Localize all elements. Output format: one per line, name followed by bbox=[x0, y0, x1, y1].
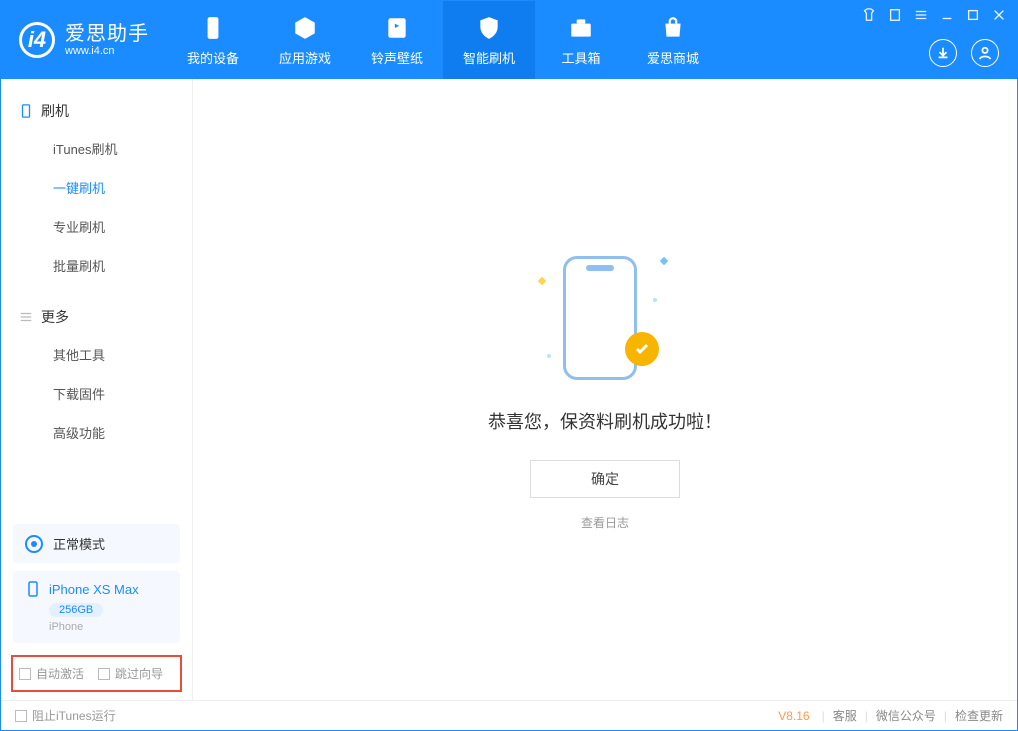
sidebar-item-advanced[interactable]: 高级功能 bbox=[1, 413, 192, 452]
tab-label: 铃声壁纸 bbox=[371, 48, 423, 67]
tab-store[interactable]: 爱思商城 bbox=[627, 1, 719, 79]
sidebar-group-flash: 刷机 bbox=[1, 93, 192, 129]
bag-icon bbox=[659, 14, 687, 42]
checkbox-icon bbox=[19, 668, 31, 680]
note-icon[interactable] bbox=[887, 7, 903, 23]
mode-box[interactable]: 正常模式 bbox=[13, 524, 180, 563]
success-message: 恭喜您，保资料刷机成功啦！ bbox=[488, 408, 722, 434]
shirt-icon[interactable] bbox=[861, 7, 877, 23]
sidebar-item-itunes-flash[interactable]: iTunes刷机 bbox=[1, 129, 192, 168]
user-icon[interactable] bbox=[971, 39, 999, 67]
check-badge-icon bbox=[625, 332, 659, 366]
tab-apps-games[interactable]: 应用游戏 bbox=[259, 1, 351, 79]
shield-icon bbox=[475, 14, 503, 42]
footer-link-support[interactable]: 客服 bbox=[833, 707, 857, 724]
sidebar-item-other-tools[interactable]: 其他工具 bbox=[1, 335, 192, 374]
mode-label: 正常模式 bbox=[53, 534, 105, 553]
highlighted-checkbox-row: 自动激活 跳过向导 bbox=[11, 655, 182, 692]
app-subtitle: www.i4.cn bbox=[65, 45, 149, 57]
device-name: iPhone XS Max bbox=[49, 582, 139, 597]
tab-toolbox[interactable]: 工具箱 bbox=[535, 1, 627, 79]
tab-label: 智能刷机 bbox=[463, 48, 515, 67]
tab-label: 我的设备 bbox=[187, 48, 239, 67]
close-icon[interactable] bbox=[991, 7, 1007, 23]
checkbox-icon bbox=[15, 710, 27, 722]
music-icon bbox=[383, 14, 411, 42]
sidebar: 刷机 iTunes刷机 一键刷机 专业刷机 批量刷机 更多 其他工具 下载固件 … bbox=[1, 79, 193, 700]
header-right-icons bbox=[929, 39, 999, 67]
tab-label: 应用游戏 bbox=[279, 48, 331, 67]
tab-ringtone-wallpaper[interactable]: 铃声壁纸 bbox=[351, 1, 443, 79]
logo-icon: i4 bbox=[19, 22, 55, 58]
sidebar-group-more: 更多 bbox=[1, 299, 192, 335]
device-type: iPhone bbox=[49, 621, 168, 633]
window-controls bbox=[861, 7, 1007, 23]
mode-icon bbox=[25, 535, 43, 553]
sidebar-item-batch-flash[interactable]: 批量刷机 bbox=[1, 246, 192, 285]
sidebar-item-pro-flash[interactable]: 专业刷机 bbox=[1, 207, 192, 246]
tab-label: 工具箱 bbox=[561, 48, 600, 67]
tab-my-device[interactable]: 我的设备 bbox=[167, 1, 259, 79]
device-box[interactable]: iPhone XS Max 256GB iPhone bbox=[13, 571, 180, 643]
sidebar-item-oneclick-flash[interactable]: 一键刷机 bbox=[1, 168, 192, 207]
footer: 阻止iTunes运行 V8.16 | 客服 | 微信公众号 | 检查更新 bbox=[1, 700, 1017, 730]
app-title: 爱思助手 bbox=[65, 23, 149, 45]
checkbox-icon bbox=[98, 668, 110, 680]
nav-tabs: 我的设备 应用游戏 铃声壁纸 智能刷机 工具箱 爱思商城 bbox=[167, 1, 719, 79]
sidebar-group-title: 更多 bbox=[41, 307, 69, 327]
logo: i4 爱思助手 www.i4.cn bbox=[1, 1, 167, 79]
sidebar-item-download-firmware[interactable]: 下载固件 bbox=[1, 374, 192, 413]
spark-icon bbox=[538, 277, 546, 285]
device-icon bbox=[199, 14, 227, 42]
tab-label: 爱思商城 bbox=[647, 48, 699, 67]
dot-icon bbox=[547, 354, 551, 358]
footer-link-update[interactable]: 检查更新 bbox=[955, 707, 1003, 724]
download-icon[interactable] bbox=[929, 39, 957, 67]
minimize-icon[interactable] bbox=[939, 7, 955, 23]
phone-outline-icon bbox=[563, 256, 637, 380]
dot-icon bbox=[653, 298, 657, 302]
checkbox-skip-guide[interactable]: 跳过向导 bbox=[98, 665, 163, 682]
checkbox-auto-activate[interactable]: 自动激活 bbox=[19, 665, 84, 682]
spark-icon bbox=[660, 257, 668, 265]
checkbox-block-itunes[interactable]: 阻止iTunes运行 bbox=[15, 707, 116, 724]
cube-icon bbox=[291, 14, 319, 42]
list-small-icon bbox=[19, 310, 33, 324]
footer-link-wechat[interactable]: 微信公众号 bbox=[876, 707, 936, 724]
ok-button[interactable]: 确定 bbox=[530, 460, 680, 498]
version-label: V8.16 bbox=[778, 709, 809, 723]
phone-icon bbox=[25, 581, 41, 597]
view-log-link[interactable]: 查看日志 bbox=[581, 514, 629, 531]
app-header: i4 爱思助手 www.i4.cn 我的设备 应用游戏 铃声壁纸 智能刷机 工具… bbox=[1, 1, 1017, 79]
maximize-icon[interactable] bbox=[965, 7, 981, 23]
device-capacity: 256GB bbox=[49, 603, 103, 617]
main-content: 恭喜您，保资料刷机成功啦！ 确定 查看日志 bbox=[193, 79, 1017, 700]
toolbox-icon bbox=[567, 14, 595, 42]
sidebar-group-title: 刷机 bbox=[41, 101, 69, 121]
phone-small-icon bbox=[19, 104, 33, 118]
success-illustration bbox=[545, 248, 665, 388]
menu-icon[interactable] bbox=[913, 7, 929, 23]
tab-smart-flash[interactable]: 智能刷机 bbox=[443, 1, 535, 79]
